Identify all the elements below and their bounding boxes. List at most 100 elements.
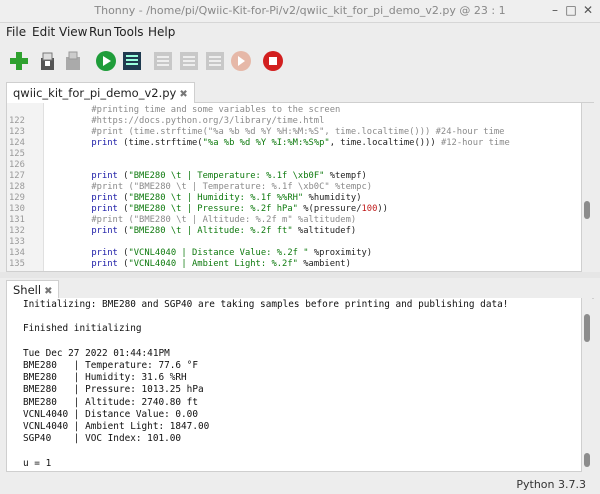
editor-tab-bar: qwiic_kit_for_pi_demo_v2.py ✖ — [6, 82, 594, 103]
line-number: 134 — [9, 248, 25, 258]
code-token: ( — [117, 193, 129, 203]
code-token: "%a %b %d %Y %I:%M:%S%p" — [202, 138, 330, 148]
code-token: 100 — [361, 204, 378, 214]
code-token: print — [49, 193, 118, 203]
code-line[interactable]: 123 #print (time.strftime("%a %b %d %Y %… — [7, 127, 581, 139]
shell-output-line: Initializing: BME280 and SGP40 are takin… — [23, 299, 509, 310]
line-number: 129 — [9, 193, 25, 203]
maximize-icon[interactable]: □ — [564, 3, 578, 17]
tab-shell[interactable]: Shell ✖ — [6, 280, 60, 299]
code-text: #print ("BME280 \t | Altitude: %.2f m" %… — [49, 215, 356, 227]
close-shell-icon[interactable]: ✖ — [44, 286, 52, 297]
tab-editor-file[interactable]: qwiic_kit_for_pi_demo_v2.py ✖ — [6, 82, 195, 103]
shell-output-line: Tue Dec 27 2022 01:44:41PM — [23, 347, 170, 359]
code-line[interactable]: 125 — [7, 149, 581, 161]
code-token: "BME280 \t | Humidity: %.1f %%RH" — [128, 193, 304, 203]
debug-icon[interactable] — [121, 50, 143, 72]
run-icon[interactable] — [95, 50, 117, 72]
toolbar — [0, 44, 600, 78]
code-editor[interactable]: #printing time and some variables to the… — [6, 103, 582, 272]
line-number: 135 — [9, 259, 25, 269]
code-token: %humidity) — [303, 193, 362, 203]
code-line[interactable]: 126 — [7, 160, 581, 172]
shell-output-line: Finished initializing — [23, 323, 142, 335]
code-token: #https://docs.python.org/3/library/time.… — [49, 116, 325, 126]
shell-tab-label: Shell — [13, 283, 42, 297]
code-token: print — [49, 138, 118, 148]
code-text: print ("BME280 \t | Humidity: %.1f %%RH"… — [49, 193, 362, 205]
step-over-icon[interactable] — [152, 50, 174, 72]
save-file-icon[interactable] — [62, 50, 84, 72]
menu-tools[interactable]: Tools — [114, 25, 144, 39]
shell-scrollbar-lower[interactable] — [584, 453, 590, 467]
close-tab-icon[interactable]: ✖ — [179, 89, 187, 100]
stop-icon[interactable] — [262, 50, 284, 72]
step-out-icon[interactable] — [204, 50, 226, 72]
step-into-icon[interactable] — [178, 50, 200, 72]
code-text: #printing time and some variables to the… — [49, 105, 340, 117]
code-text: #https://docs.python.org/3/library/time.… — [49, 116, 324, 128]
editor-scrollbar[interactable] — [582, 103, 592, 271]
close-icon[interactable]: ✕ — [581, 3, 595, 17]
code-text: #print ("BME280 \t | Temperature: %.1f \… — [49, 182, 372, 194]
editor-scrollbar-thumb[interactable] — [584, 201, 590, 219]
code-token: #12-hour time — [440, 138, 510, 148]
line-number: 124 — [9, 138, 25, 148]
code-token: ( — [117, 248, 129, 258]
resume-icon[interactable] — [230, 50, 252, 72]
status-bar: Python 3.7.3 — [0, 474, 600, 494]
new-file-icon[interactable] — [8, 50, 30, 72]
code-token: "VCNL4040 | Ambient Light: %.2f" — [128, 259, 298, 269]
shell-console[interactable]: Initializing: BME280 and SGP40 are takin… — [6, 298, 582, 472]
menu-run[interactable]: Run — [89, 25, 112, 39]
code-token: ( — [117, 226, 129, 236]
code-token: ( — [117, 171, 129, 181]
minimize-icon[interactable]: – — [548, 3, 562, 17]
code-line[interactable]: 127 print ("BME280 \t | Temperature: %.1… — [7, 171, 581, 183]
shell-output-line: BME280 | Humidity: 31.6 %RH — [23, 372, 187, 384]
code-text: print ("BME280 \t | Altitude: %.2f ft" %… — [49, 226, 356, 238]
menu-help[interactable]: Help — [148, 25, 175, 39]
shell-output-line: SGP40 | VOC Index: 101.00 — [23, 433, 182, 445]
shell-tab-bar: Shell ✖ — [6, 280, 594, 299]
interpreter-status[interactable]: Python 3.7.3 — [516, 478, 586, 491]
code-token: "VCNL4040 | Distance Value: %.2f " — [128, 248, 309, 258]
pane-splitter[interactable] — [0, 272, 600, 278]
menu-view[interactable]: View — [59, 25, 87, 39]
shell-scrollbar[interactable] — [582, 298, 592, 471]
code-token: ( — [117, 259, 129, 269]
code-text: #print (time.strftime("%a %b %d %Y %H:%M… — [49, 127, 504, 139]
code-line[interactable]: 128 #print ("BME280 \t | Temperature: %.… — [7, 182, 581, 194]
line-number: 125 — [9, 149, 25, 159]
code-line[interactable]: 130 print ("BME280 \t | Pressure: %.2f h… — [7, 204, 581, 216]
code-line[interactable]: 122 #https://docs.python.org/3/library/t… — [7, 116, 581, 128]
code-token: %proximity) — [308, 248, 373, 258]
shell-output-line: u = 1 — [23, 457, 52, 469]
menu-edit[interactable]: Edit — [32, 25, 55, 39]
shell-output-line: BME280 | Pressure: 1013.25 hPa — [23, 384, 204, 396]
line-number: 132 — [9, 226, 25, 236]
shell-output-line: BME280 | Temperature: 77.6 °F — [23, 360, 198, 371]
shell-scrollbar-thumb[interactable] — [584, 314, 590, 342]
code-line[interactable]: #printing time and some variables to the… — [7, 105, 581, 117]
shell-output-line: BME280 | Altitude: 2740.80 ft — [23, 396, 198, 408]
menu-file[interactable]: File — [6, 25, 26, 39]
open-file-icon[interactable] — [36, 50, 58, 72]
code-token: , time.localtime())) — [329, 138, 441, 148]
code-line[interactable]: 135 print ("VCNL4040 | Ambient Light: %.… — [7, 259, 581, 271]
code-line[interactable]: 132 print ("BME280 \t | Altitude: %.2f f… — [7, 226, 581, 238]
code-line[interactable]: 129 print ("BME280 \t | Humidity: %.1f %… — [7, 193, 581, 205]
code-token: ( — [117, 204, 129, 214]
code-line[interactable]: 134 print ("VCNL4040 | Distance Value: %… — [7, 248, 581, 260]
code-line[interactable]: 124 print (time.strftime("%a %b %d %Y %I… — [7, 138, 581, 150]
line-number: 131 — [9, 215, 25, 225]
code-token: "BME280 \t | Altitude: %.2f ft" — [128, 226, 293, 236]
code-token: #print ("BME280 \t | Altitude: %.2f m" %… — [49, 215, 357, 225]
shell-output-line: VCNL4040 | Ambient Light: 1847.00 — [23, 421, 210, 432]
code-token: %altitudef) — [292, 226, 357, 236]
code-token: #print (time.strftime("%a %b %d %Y %H:%M… — [49, 127, 505, 137]
code-line[interactable]: 131 #print ("BME280 \t | Altitude: %.2f … — [7, 215, 581, 227]
code-line[interactable]: 133 — [7, 237, 581, 249]
code-token: %ambient) — [297, 259, 351, 269]
code-text: print (time.strftime("%a %b %d %Y %I:%M:… — [49, 138, 510, 150]
